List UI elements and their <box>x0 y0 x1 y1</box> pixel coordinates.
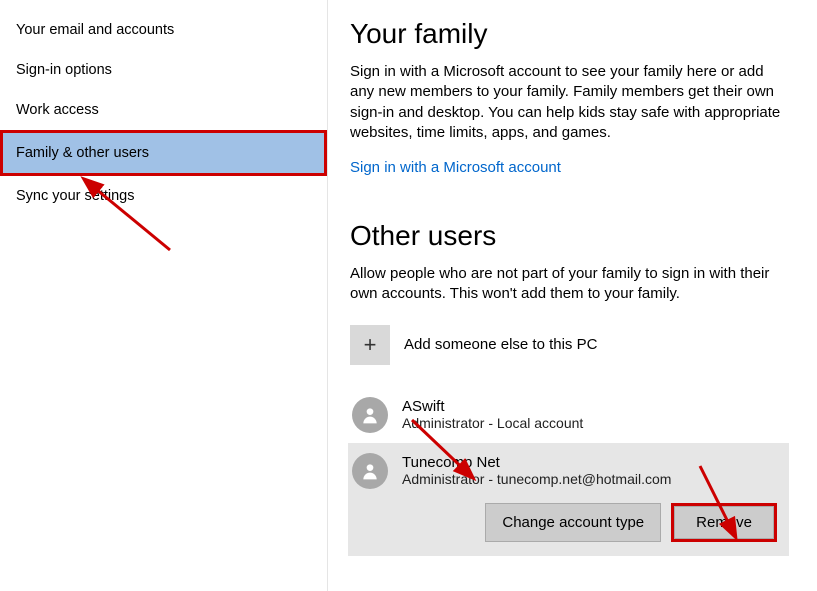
user-icon <box>352 397 388 433</box>
family-section: Your family Sign in with a Microsoft acc… <box>350 18 789 176</box>
user-subtitle: Administrator - Local account <box>402 415 583 431</box>
user-row-tunecomp-selected: Tunecomp Net Administrator - tunecomp.ne… <box>348 443 789 556</box>
sidebar-item-family-users-highlight: Family & other users <box>0 130 327 176</box>
main-content: Your family Sign in with a Microsoft acc… <box>328 0 817 591</box>
sidebar-item-work-access[interactable]: Work access <box>0 90 327 130</box>
user-name: ASwift <box>402 398 583 415</box>
other-users-heading: Other users <box>350 220 789 252</box>
family-description: Sign in with a Microsoft account to see … <box>350 62 789 143</box>
add-user-label: Add someone else to this PC <box>404 336 597 353</box>
user-name: Tunecomp Net <box>402 454 671 471</box>
other-users-description: Allow people who are not part of your fa… <box>350 264 789 305</box>
add-user-button[interactable]: + Add someone else to this PC <box>350 325 789 365</box>
sidebar-item-family-users[interactable]: Family & other users <box>3 133 324 173</box>
change-account-type-button[interactable]: Change account type <box>485 503 661 542</box>
sidebar-item-email-accounts[interactable]: Your email and accounts <box>0 10 327 50</box>
other-users-section: Other users Allow people who are not par… <box>350 220 789 556</box>
signin-microsoft-link[interactable]: Sign in with a Microsoft account <box>350 159 561 176</box>
plus-icon: + <box>350 325 390 365</box>
sidebar-item-sync-settings[interactable]: Sync your settings <box>0 176 327 216</box>
user-row-aswift[interactable]: ASwift Administrator - Local account <box>350 387 789 443</box>
remove-button[interactable]: Remove <box>674 506 774 539</box>
family-heading: Your family <box>350 18 789 50</box>
user-actions: Change account type Remove <box>350 503 777 542</box>
user-info: ASwift Administrator - Local account <box>402 398 583 431</box>
sidebar: Your email and accounts Sign-in options … <box>0 0 328 591</box>
user-row-tunecomp[interactable]: Tunecomp Net Administrator - tunecomp.ne… <box>350 453 777 489</box>
sidebar-item-signin-options[interactable]: Sign-in options <box>0 50 327 90</box>
user-info: Tunecomp Net Administrator - tunecomp.ne… <box>402 454 671 487</box>
user-subtitle: Administrator - tunecomp.net@hotmail.com <box>402 471 671 487</box>
remove-button-highlight: Remove <box>671 503 777 542</box>
user-icon <box>352 453 388 489</box>
